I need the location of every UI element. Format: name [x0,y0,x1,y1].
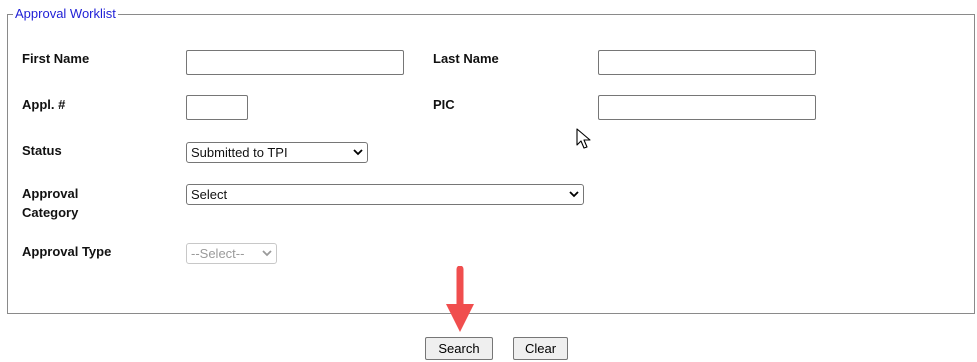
chevron-down-icon [353,149,363,156]
approval-category-select[interactable]: Select [186,184,584,205]
status-select-value: Submitted to TPI [191,145,288,160]
search-button[interactable]: Search [425,337,493,360]
last-name-label: Last Name [433,51,499,66]
status-select[interactable]: Submitted to TPI [186,142,368,163]
approval-category-label-line1: Approval [22,186,79,201]
appl-number-label: Appl. # [22,97,66,112]
approval-type-label: Approval Type [22,244,112,259]
approval-category-select-value: Select [191,187,228,202]
chevron-down-icon [262,250,272,257]
status-label: Status [22,143,62,158]
clear-button[interactable]: Clear [513,337,568,360]
appl-number-input[interactable] [186,95,248,120]
last-name-input[interactable] [598,50,816,75]
mouse-pointer-icon [576,128,591,149]
approval-type-select[interactable]: --Select-- [186,243,277,264]
pic-input[interactable] [598,95,816,120]
first-name-input[interactable] [186,50,404,75]
pic-label: PIC [433,97,455,112]
approval-type-select-value: --Select-- [191,246,245,261]
red-down-arrow-annotation [446,266,474,332]
approval-category-label-line2: Category [22,205,79,220]
fieldset-legend: Approval Worklist [13,6,118,21]
first-name-label: First Name [22,51,90,66]
chevron-down-icon [569,191,579,198]
